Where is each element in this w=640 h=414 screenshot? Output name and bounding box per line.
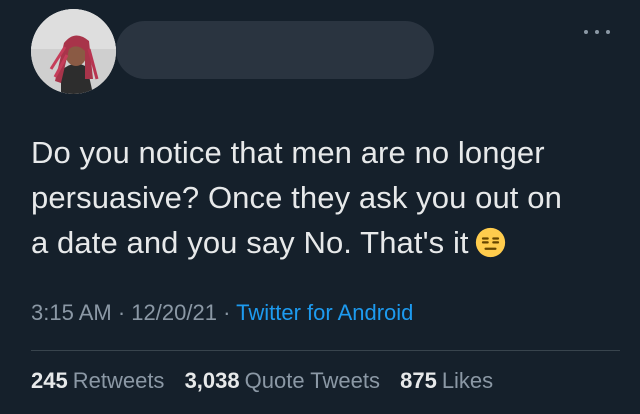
tweet-source-link[interactable]: Twitter for Android (236, 300, 413, 325)
retweets-count: 245 (31, 368, 68, 393)
more-options-icon[interactable] (584, 27, 610, 37)
avatar-photo (31, 9, 116, 94)
tweet-text-line: persuasive? Once they ask you out on (31, 180, 562, 215)
likes-stat[interactable]: 875 Likes (400, 368, 493, 393)
tweet-time[interactable]: 3:15 AM (31, 300, 112, 325)
retweets-label: Retweets (72, 368, 165, 393)
tweet-text-line: Do you notice that men are no longer (31, 135, 545, 170)
quote-tweets-label: Quote Tweets (244, 368, 380, 393)
meta-separator: · (223, 300, 231, 325)
tweet-stats: 245 Retweets 3,038 Quote Tweets 875 Likes (31, 368, 507, 394)
tweet-date[interactable]: 12/20/21 (131, 300, 217, 325)
tweet-text-line: a date and you say No. That's it (31, 220, 621, 265)
retweets-stat[interactable]: 245 Retweets (31, 368, 164, 393)
likes-label: Likes (441, 368, 494, 393)
quote-tweets-count: 3,038 (184, 368, 240, 393)
tweet-meta: 3:15 AM · 12/20/21 · Twitter for Android (31, 300, 413, 326)
meta-separator: · (117, 300, 126, 325)
avatar[interactable] (31, 9, 116, 94)
tweet-text: Do you notice that men are no longer per… (31, 130, 621, 265)
quote-tweets-stat[interactable]: 3,038 Quote Tweets (185, 368, 380, 393)
redacted-user-name[interactable] (116, 21, 434, 79)
divider (31, 350, 620, 351)
tweet-card: Do you notice that men are no longer per… (0, 0, 640, 414)
likes-count: 875 (400, 368, 437, 393)
expressionless-face-icon (475, 227, 505, 258)
